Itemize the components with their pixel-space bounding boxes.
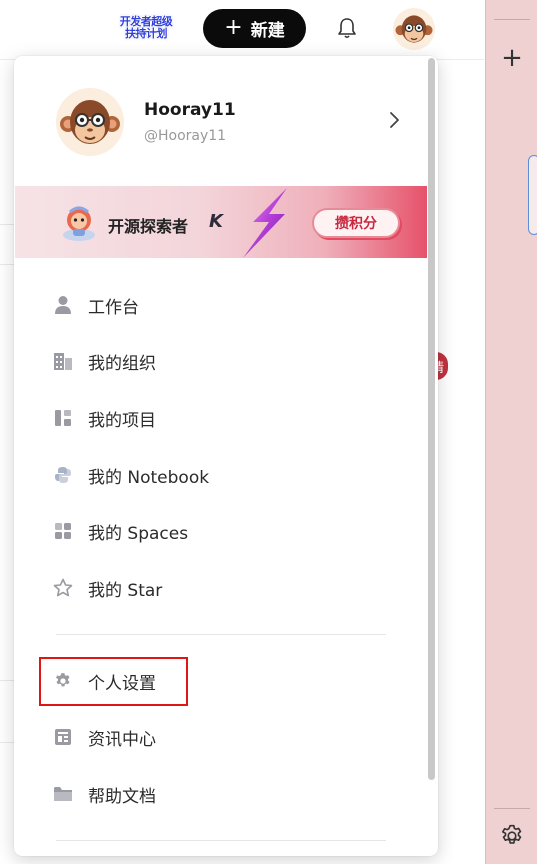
background-divider [0, 264, 14, 265]
menu-divider [56, 840, 386, 841]
panel-divider [494, 19, 530, 20]
dropdown-scrollbar[interactable] [428, 58, 435, 780]
menu-item-label: 我的项目 [88, 410, 156, 431]
profile-avatar [56, 88, 124, 156]
menu-item-label: 我的 Star [88, 580, 163, 601]
project-icon [52, 407, 74, 429]
menu-item-my-notebook[interactable]: 我的 Notebook [52, 455, 392, 495]
user-dropdown-menu: Hooray11 @Hooray11 开源探索者 K 攒积分 工作台 我的组织 … [14, 56, 438, 856]
background-divider [0, 680, 14, 681]
menu-item-label: 帮助文档 [88, 786, 156, 807]
menu-item-label: 我的组织 [88, 353, 156, 374]
menu-item-label: 资讯中心 [88, 729, 156, 750]
panel-divider [494, 808, 530, 809]
menu-item-label: 工作台 [88, 297, 139, 318]
banner-title: 开源探索者 [108, 217, 189, 236]
profile-header[interactable]: Hooray11 @Hooray11 [14, 56, 438, 186]
chevron-right-icon [386, 110, 402, 130]
profile-handle: @Hooray11 [144, 128, 227, 144]
bell-icon[interactable] [334, 15, 360, 41]
gear-icon[interactable] [498, 822, 526, 850]
new-button[interactable]: + 新建 [203, 9, 306, 48]
folder-icon [52, 783, 74, 805]
profile-username: Hooray11 [144, 100, 236, 120]
top-navigation-bar: 开发者超级 扶持计划 + 新建 [0, 0, 484, 60]
promo-badge-line2: 扶持计划 [125, 27, 168, 40]
lightning-bolt-icon [229, 186, 299, 258]
explorer-mascot-icon [61, 204, 97, 242]
menu-item-label: 个人设置 [88, 673, 156, 694]
background-divider [0, 742, 14, 743]
menu-item-help-docs[interactable]: 帮助文档 [52, 774, 392, 814]
spaces-icon [52, 520, 74, 542]
menu-item-personal-settings[interactable]: 个人设置 [52, 661, 392, 701]
open-source-explorer-banner[interactable]: 开源探索者 K 攒积分 [15, 186, 427, 258]
building-icon [52, 350, 74, 372]
menu-divider [56, 634, 386, 635]
star-icon [52, 577, 74, 599]
background-divider [0, 224, 14, 225]
menu-item-my-organizations[interactable]: 我的组织 [52, 341, 392, 381]
developer-support-plan-badge[interactable]: 开发者超级 扶持计划 [114, 10, 178, 46]
menu-item-my-star[interactable]: 我的 Star [52, 568, 392, 608]
menu-item-my-spaces[interactable]: 我的 Spaces [52, 511, 392, 551]
earn-points-button[interactable]: 攒积分 [312, 208, 400, 238]
panel-tab-handle[interactable] [528, 155, 537, 235]
menu-item-workbench[interactable]: 工作台 [52, 285, 392, 325]
plus-icon[interactable]: + [498, 44, 526, 72]
menu-item-label: 我的 Spaces [88, 523, 189, 544]
new-button-label: 新建 [250, 21, 285, 41]
menu-item-my-projects[interactable]: 我的项目 [52, 398, 392, 438]
news-icon [52, 726, 74, 748]
menu-item-label: 我的 Notebook [88, 467, 210, 488]
menu-item-news-center[interactable]: 资讯中心 [52, 717, 392, 757]
python-icon [52, 464, 74, 486]
right-side-panel: + [485, 0, 537, 864]
user-avatar[interactable] [393, 8, 435, 50]
plus-icon: + [224, 14, 243, 40]
person-icon [52, 294, 74, 316]
k-logo: K [209, 211, 223, 232]
gear-icon [52, 670, 74, 692]
